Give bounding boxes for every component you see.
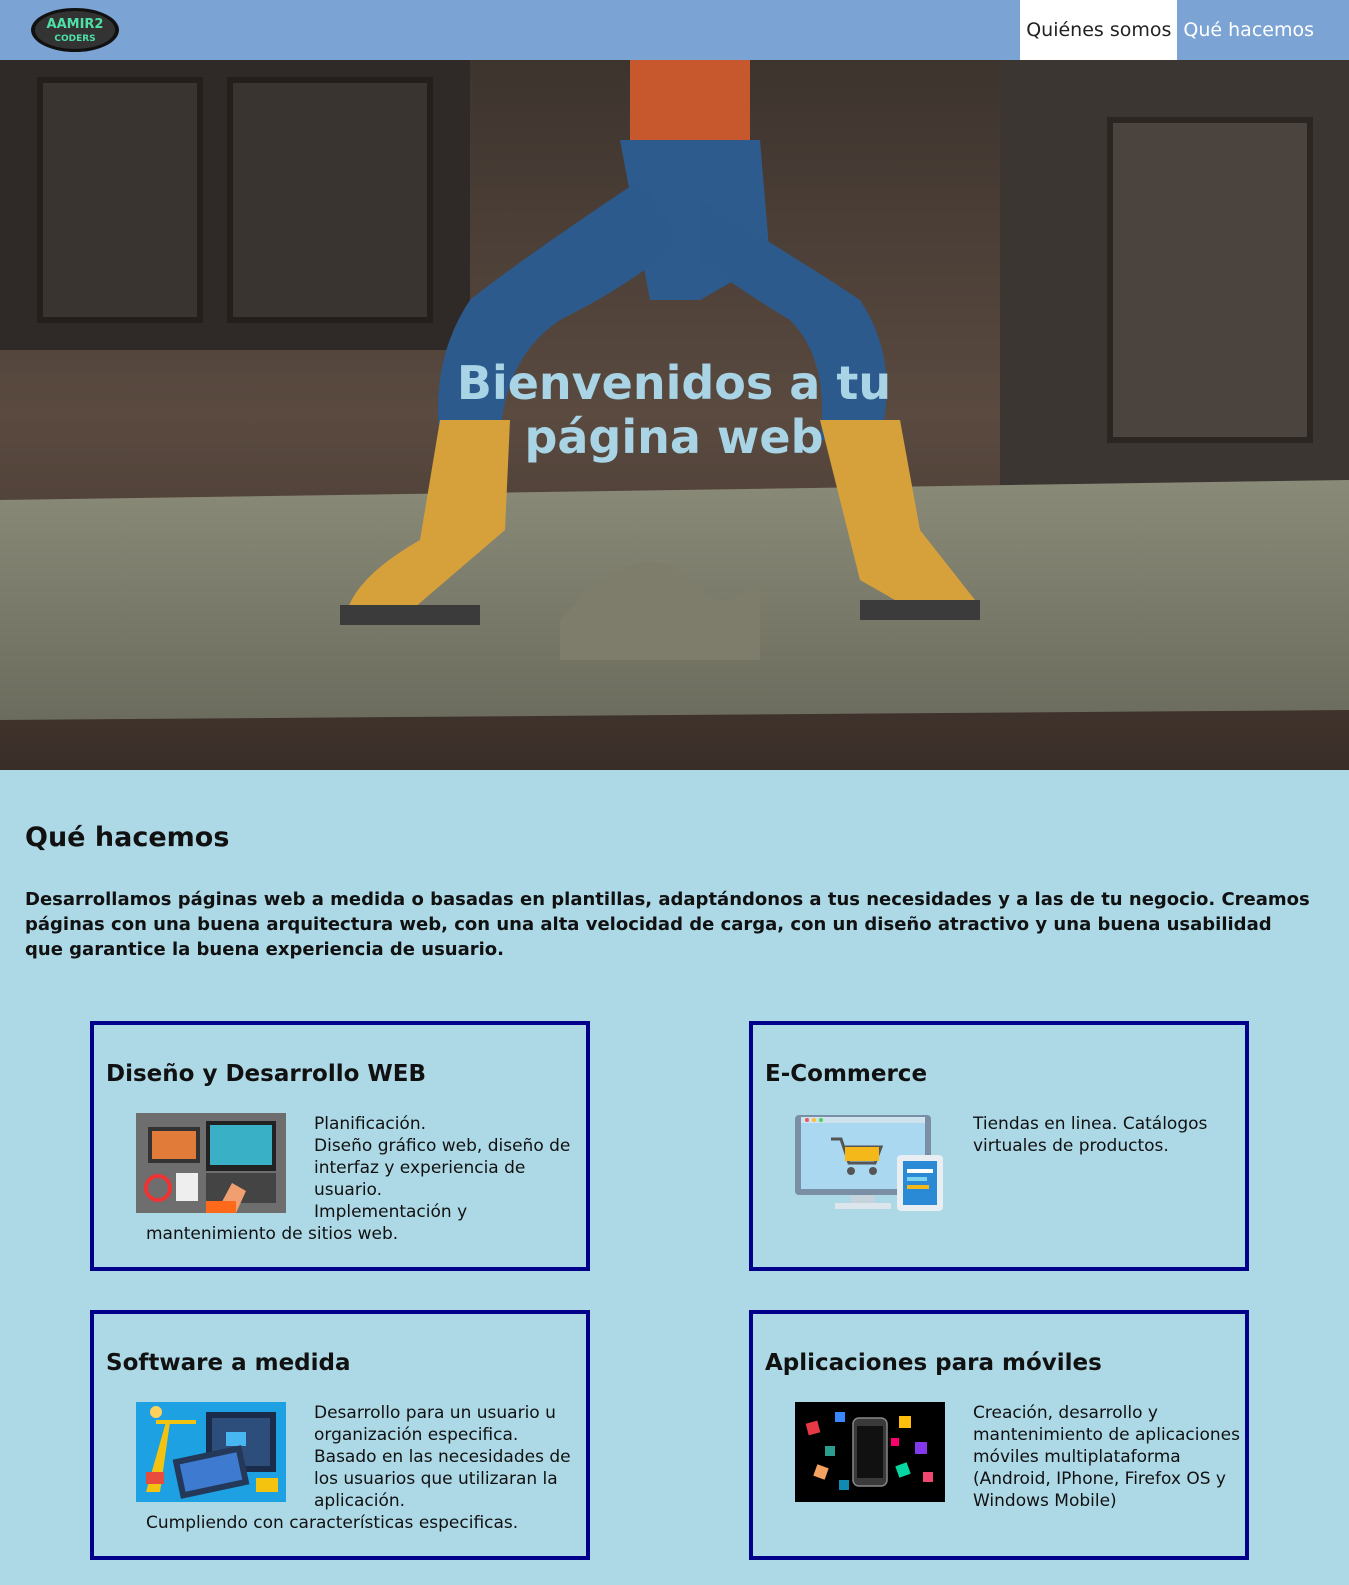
card-line: Creación, desarrollo y mantenimiento de … bbox=[973, 1403, 1240, 1511]
card-description: Creación, desarrollo y mantenimiento de … bbox=[805, 1402, 1243, 1512]
nav-quienes-somos[interactable]: Quiénes somos bbox=[1020, 0, 1178, 60]
site-header: AAMIR2 CODERS Quiénes somos Qué hacemos bbox=[0, 0, 1349, 60]
intro-paragraph: Desarrollamos páginas web a medida o bas… bbox=[25, 889, 1310, 960]
card-line: Basado en las necesidades de los usuario… bbox=[314, 1447, 571, 1511]
card-title: Software a medida bbox=[106, 1350, 351, 1376]
card-description: Desarrollo para un usuario u organizació… bbox=[146, 1402, 584, 1534]
card-line: Cumpliendo con características especific… bbox=[146, 1513, 519, 1533]
logo-text-top: AAMIR2 bbox=[47, 17, 104, 32]
service-card-ecommerce: E-Commerce Tiendas en linea. Catálogos v… bbox=[749, 1021, 1249, 1271]
main-nav: Quiénes somos Qué hacemos bbox=[1020, 0, 1349, 60]
card-line: Diseño gráfico web, diseño de interfaz y… bbox=[314, 1136, 571, 1200]
card-line: Planificación. bbox=[314, 1114, 427, 1134]
hero-banner: Bienvenidos a tu página web bbox=[0, 60, 1349, 770]
card-line: Tiendas en linea. Catálogos virtuales de… bbox=[973, 1114, 1208, 1156]
card-title: Diseño y Desarrollo WEB bbox=[106, 1061, 427, 1087]
section-title: Qué hacemos bbox=[25, 822, 230, 853]
nav-que-hacemos[interactable]: Qué hacemos bbox=[1177, 0, 1349, 60]
logo-text-bottom: CODERS bbox=[54, 34, 95, 44]
site-logo[interactable]: AAMIR2 CODERS bbox=[30, 7, 120, 53]
card-title: Aplicaciones para móviles bbox=[765, 1350, 1102, 1376]
service-card-software: Software a medida Desarrollo para un usu… bbox=[90, 1310, 590, 1560]
service-card-web: Diseño y Desarrollo WEB Planificación. Di… bbox=[90, 1021, 590, 1271]
card-title: E-Commerce bbox=[765, 1061, 928, 1087]
card-description: Tiendas en linea. Catálogos virtuales de… bbox=[805, 1113, 1243, 1213]
service-card-mobile: Aplicaciones para móviles Creación, desa… bbox=[749, 1310, 1249, 1560]
card-description: Planificación. Diseño gráfico web, diseño… bbox=[146, 1113, 584, 1245]
card-line: Desarrollo para un usuario u organizació… bbox=[314, 1403, 556, 1445]
hero-title: Bienvenidos a tu página web bbox=[456, 356, 892, 464]
logo-graphic: AAMIR2 CODERS bbox=[31, 8, 119, 52]
